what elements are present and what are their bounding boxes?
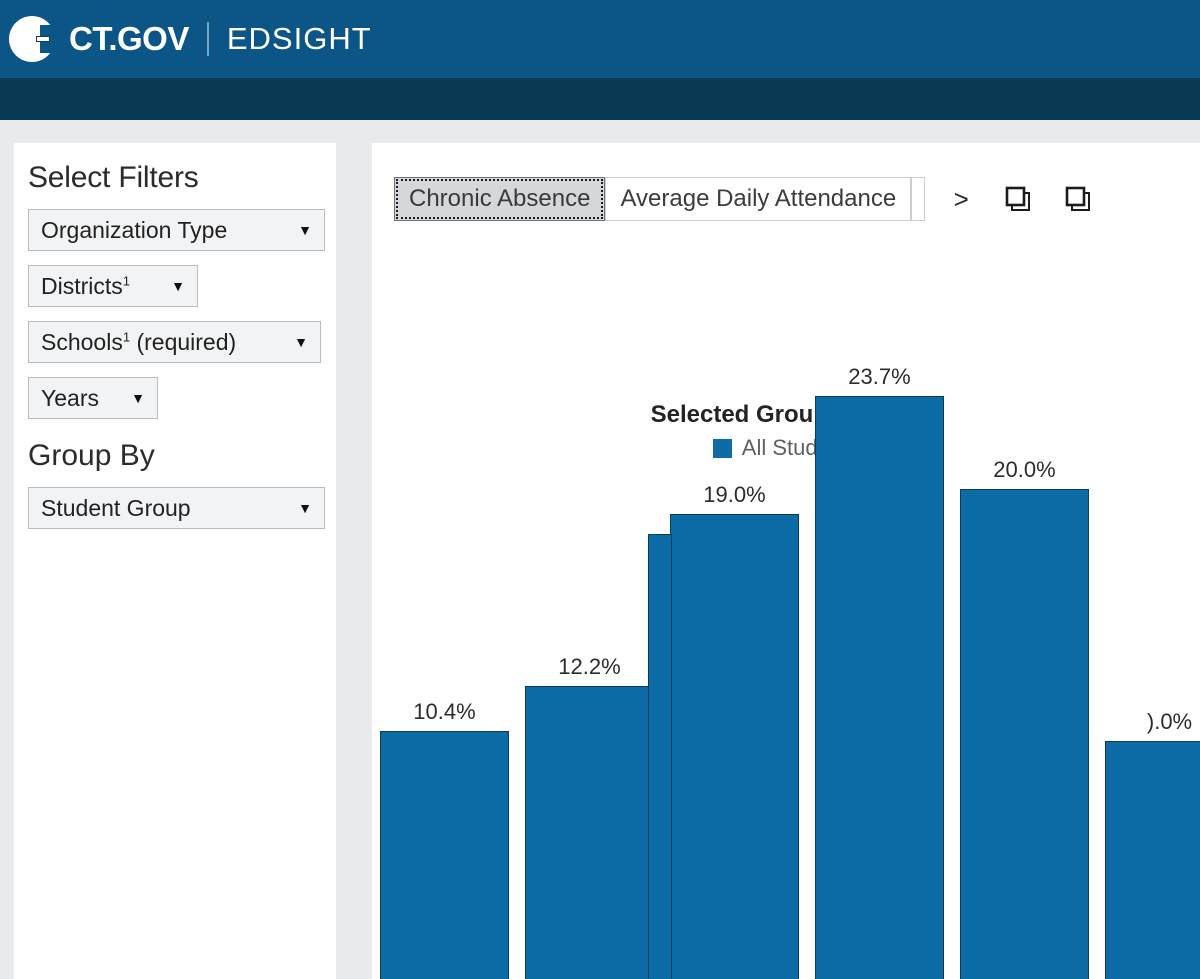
filter-years[interactable]: Years ▼ — [28, 377, 158, 419]
chart-bar-label: 20.0% — [993, 457, 1056, 482]
filters-sidebar: Select Filters Organization Type ▼ Distr… — [14, 143, 336, 979]
filter-student-group-label: Student Group — [41, 494, 191, 521]
app-root: CT.GOV EDSIGHT Select Filters Organizati… — [0, 0, 1200, 979]
filter-districts[interactable]: Districts1 ▼ — [28, 265, 198, 307]
chart-panel: Chronic Absence Average Daily Attendance… — [372, 143, 1200, 979]
chevron-down-icon: ▼ — [298, 500, 312, 516]
chart-bar-partial[interactable] — [648, 534, 672, 979]
brand-divider — [206, 22, 209, 56]
tab-chronic-absence-label: Chronic Absence — [409, 185, 591, 212]
chart-bar[interactable] — [815, 395, 944, 979]
filter-schools-label: Schools1 (required) — [41, 328, 237, 355]
ctgov-circle-logo-icon — [9, 16, 56, 62]
filter-schools-footnote: 1 — [122, 328, 131, 344]
chart-bar[interactable] — [670, 514, 799, 979]
chart-tabbar: Chronic Absence Average Daily Attendance… — [394, 177, 1095, 221]
chevron-down-icon: ▼ — [298, 222, 312, 238]
legend-swatch-all-students — [712, 438, 732, 458]
filter-organization-type[interactable]: Organization Type ▼ — [28, 209, 325, 251]
filter-schools[interactable]: Schools1 (required) ▼ — [28, 321, 321, 363]
chart-bar-label: 23.7% — [848, 363, 911, 389]
app-title: EDSIGHT — [226, 21, 372, 56]
group-by-heading: Group By — [28, 439, 155, 472]
chart-bar[interactable] — [960, 489, 1089, 979]
chart-bar-label: 12.2% — [558, 653, 621, 679]
filter-organization-type-label: Organization Type — [41, 216, 228, 243]
next-tab-chevron-right-icon[interactable]: > — [947, 177, 975, 221]
chart-bar-label: 10.4% — [413, 698, 476, 724]
chart-plot-area: 10.4% 12.2% 19.0% 23.7% 20.0% ).0% — [372, 364, 1200, 979]
tab-chronic-absence[interactable]: Chronic Absence — [394, 177, 606, 221]
logo-bar — [36, 36, 50, 42]
duplicate-icon[interactable] — [1061, 177, 1095, 221]
tab-overflow-stub[interactable] — [911, 177, 926, 221]
brand-title: CT.GOV — [69, 20, 189, 57]
filter-districts-footnote: 1 — [122, 272, 131, 288]
duplicate-icon[interactable] — [1001, 177, 1035, 221]
filters-heading: Select Filters — [28, 161, 199, 194]
filter-student-group[interactable]: Student Group ▼ — [28, 487, 325, 529]
chart-title: Selected Group (Yearly) — [650, 401, 922, 428]
content-area: Select Filters Organization Type ▼ Distr… — [0, 130, 1200, 979]
secondary-nav-strip — [0, 78, 1200, 120]
tab-average-daily-attendance-label: Average Daily Attendance — [620, 185, 897, 212]
tab-average-daily-attendance[interactable]: Average Daily Attendance — [605, 177, 912, 221]
chart-bar[interactable] — [380, 730, 509, 979]
chart-bar[interactable] — [525, 685, 654, 979]
filter-years-label: Years — [41, 384, 99, 411]
chart-bar[interactable] — [1105, 741, 1200, 979]
chevron-down-icon: ▼ — [294, 334, 308, 350]
site-header: CT.GOV EDSIGHT — [0, 0, 1200, 78]
chevron-down-icon: ▼ — [171, 278, 185, 294]
chart-bar-label: ).0% — [1146, 709, 1193, 734]
chevron-down-icon: ▼ — [131, 390, 145, 406]
filter-districts-label: Districts1 — [41, 272, 131, 299]
chart-bar-label: 19.0% — [703, 482, 766, 508]
